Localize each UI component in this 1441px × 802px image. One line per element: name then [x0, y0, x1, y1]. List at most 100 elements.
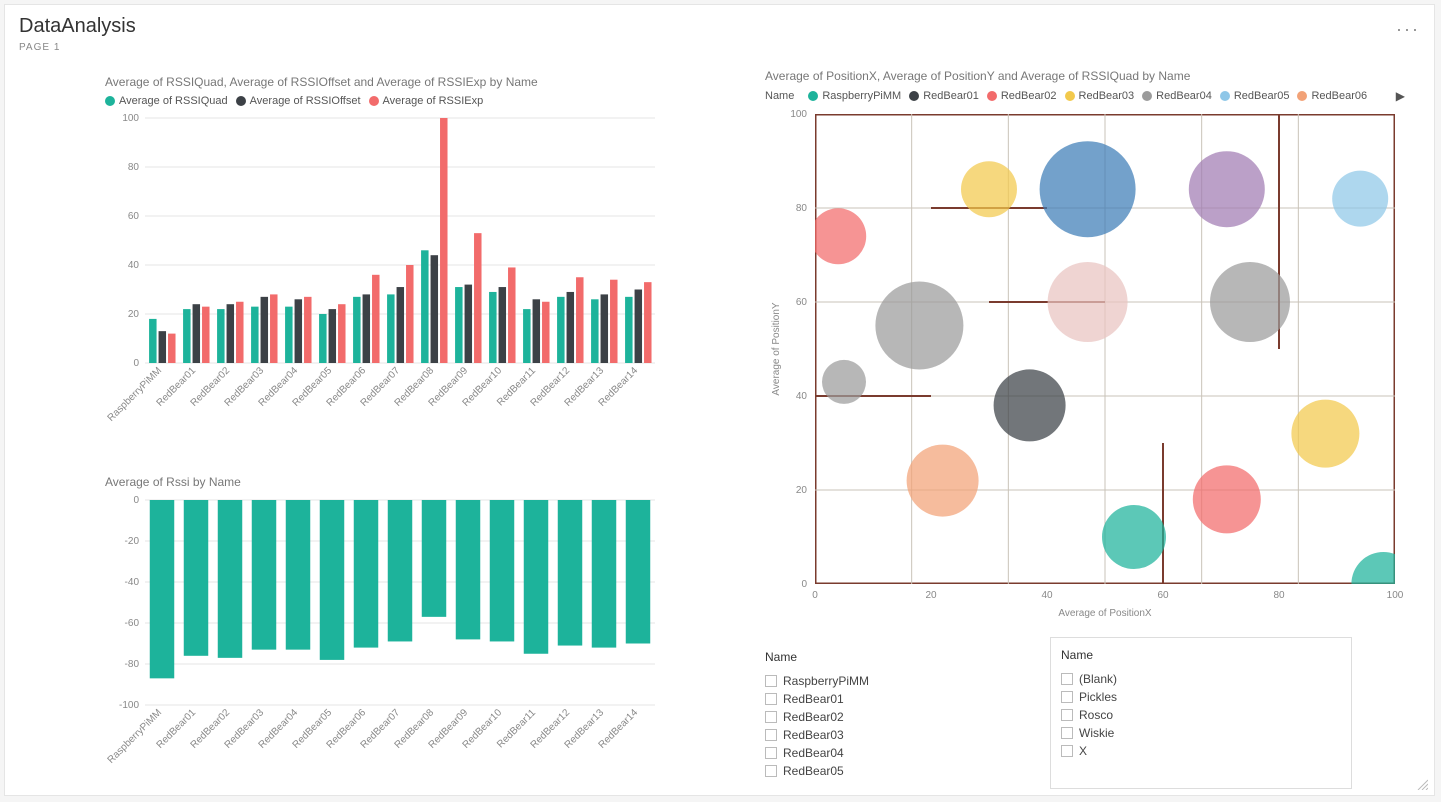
legend-label: RedBear01: [923, 90, 979, 102]
legend-label: RedBear02: [1001, 90, 1057, 102]
svg-text:0: 0: [801, 579, 807, 590]
svg-text:Average of PositionX: Average of PositionX: [1058, 608, 1152, 619]
legend-swatch-icon: [909, 91, 919, 101]
slicer-item[interactable]: Rosco: [1061, 706, 1341, 724]
legend-label: Average of RSSIQuad: [119, 95, 228, 107]
legend-item[interactable]: RedBear01: [909, 90, 979, 102]
checkbox-icon[interactable]: [765, 675, 777, 687]
legend-item[interactable]: Average of RSSIOffset: [236, 95, 361, 107]
checkbox-icon[interactable]: [1061, 727, 1073, 739]
resize-handle-icon[interactable]: [1416, 777, 1428, 789]
checkbox-icon[interactable]: [1061, 691, 1073, 703]
report-canvas: DataAnalysis PAGE 1 ··· Average of RSSIQ…: [4, 4, 1435, 796]
svg-text:-60: -60: [125, 618, 140, 629]
legend-swatch-icon: [1065, 91, 1075, 101]
legend-item[interactable]: RedBear03: [1065, 90, 1135, 102]
slicer-name-pets[interactable]: Name (Blank) Pickles Rosco WiskieX: [1050, 637, 1352, 789]
checkbox-icon[interactable]: [765, 711, 777, 723]
legend-item[interactable]: RedBear04: [1142, 90, 1212, 102]
svg-text:-20: -20: [125, 536, 140, 547]
svg-text:60: 60: [1157, 590, 1169, 601]
slicer-item[interactable]: Pickles: [1061, 688, 1341, 706]
slicer-item[interactable]: RedBear01: [765, 690, 1035, 708]
legend-swatch-icon: [808, 91, 818, 101]
svg-text:80: 80: [796, 203, 808, 214]
slicer-item-label: RaspberryPiMM: [783, 674, 869, 688]
slicer-title: Name: [1061, 648, 1341, 662]
slicer-item-label: Pickles: [1079, 690, 1117, 704]
svg-text:-40: -40: [125, 577, 140, 588]
checkbox-icon[interactable]: [765, 765, 777, 777]
svg-text:Average of PositionY: Average of PositionY: [771, 302, 782, 396]
legend-label: Average of RSSIExp: [383, 95, 484, 107]
slicer-item[interactable]: X: [1061, 742, 1341, 760]
legend-swatch-icon: [369, 96, 379, 106]
legend-item[interactable]: RedBear02: [987, 90, 1057, 102]
slicer-item[interactable]: (Blank): [1061, 670, 1341, 688]
checkbox-icon[interactable]: [765, 729, 777, 741]
legend-label: RaspberryPiMM: [822, 90, 901, 102]
more-menu-button[interactable]: ···: [1396, 19, 1420, 40]
legend-item[interactable]: RedBear06: [1297, 90, 1367, 102]
legend-label: Average of RSSIOffset: [250, 95, 361, 107]
svg-text:20: 20: [796, 485, 808, 496]
svg-text:80: 80: [1273, 590, 1285, 601]
svg-text:100: 100: [122, 113, 139, 124]
legend-title: Name: [765, 90, 794, 102]
svg-text:20: 20: [128, 309, 140, 320]
legend-scroll-right-icon[interactable]: ▶: [1396, 89, 1405, 103]
chart-legend: Name RaspberryPiMM RedBear01 RedBear02 RedBe…: [765, 89, 1405, 103]
svg-text:20: 20: [925, 590, 937, 601]
svg-text:40: 40: [796, 391, 808, 402]
page-label: PAGE 1: [19, 42, 136, 53]
slicer-item-label: RedBear03: [783, 728, 844, 742]
legend-swatch-icon: [236, 96, 246, 106]
slicer-item[interactable]: Wiskie: [1061, 724, 1341, 742]
legend-label: RedBear05: [1234, 90, 1290, 102]
legend-item[interactable]: RaspberryPiMM: [808, 90, 901, 102]
slicer-item[interactable]: RedBear05: [765, 762, 1035, 780]
checkbox-icon[interactable]: [1061, 709, 1073, 721]
slicer-name-devices[interactable]: Name RaspberryPiMM RedBear01 RedBear02 RedB…: [765, 650, 1035, 780]
slicer-title: Name: [765, 650, 1035, 664]
svg-text:60: 60: [796, 297, 808, 308]
slicer-item-label: RedBear02: [783, 710, 844, 724]
chart-plot-area: 020406080100RaspberryPiMMRedBear01RedBea…: [105, 113, 665, 433]
legend-swatch-icon: [1297, 91, 1307, 101]
slicer-item-label: RedBear04: [783, 746, 844, 760]
slicer-item-label: RedBear05: [783, 764, 844, 778]
chart-bubble-map[interactable]: Average of PositionX, Average of Positio…: [765, 69, 1405, 629]
chart-plot-area: 020406080100020406080100Average of Posit…: [765, 109, 1405, 629]
checkbox-icon[interactable]: [765, 693, 777, 705]
checkbox-icon[interactable]: [1061, 745, 1073, 757]
svg-text:0: 0: [133, 495, 139, 506]
svg-text:60: 60: [128, 211, 140, 222]
svg-text:80: 80: [128, 162, 140, 173]
slicer-item-label: (Blank): [1079, 672, 1117, 686]
svg-text:100: 100: [1387, 590, 1404, 601]
slicer-item[interactable]: RedBear04: [765, 744, 1035, 762]
legend-item[interactable]: RedBear05: [1220, 90, 1290, 102]
legend-item[interactable]: Average of RSSIExp: [369, 95, 484, 107]
chart-legend: Average of RSSIQuad Average of RSSIOffset…: [105, 95, 665, 107]
slicer-item-label: Rosco: [1079, 708, 1113, 722]
checkbox-icon[interactable]: [765, 747, 777, 759]
slicer-item[interactable]: RedBear02: [765, 708, 1035, 726]
checkbox-icon[interactable]: [1061, 673, 1073, 685]
svg-text:40: 40: [128, 260, 140, 271]
legend-label: RedBear04: [1156, 90, 1212, 102]
slicer-item[interactable]: RaspberryPiMM: [765, 672, 1035, 690]
slicer-list: (Blank) Pickles Rosco WiskieX: [1061, 670, 1341, 760]
chart-rssi-avg[interactable]: Average of Rssi by Name 0 -20 -40 -60 -80 -10…: [105, 475, 665, 775]
legend-swatch-icon: [1142, 91, 1152, 101]
chart-title: Average of PositionX, Average of Positio…: [765, 69, 1405, 83]
chart-title: Average of Rssi by Name: [105, 475, 665, 489]
chart-title: Average of RSSIQuad, Average of RSSIOffs…: [105, 75, 665, 89]
svg-text:-100: -100: [119, 700, 139, 711]
legend-item[interactable]: Average of RSSIQuad: [105, 95, 228, 107]
svg-text:-80: -80: [125, 659, 140, 670]
chart-rssi-triple[interactable]: Average of RSSIQuad, Average of RSSIOffs…: [105, 75, 665, 445]
legend-swatch-icon: [1220, 91, 1230, 101]
slicer-item[interactable]: RedBear03: [765, 726, 1035, 744]
svg-text:40: 40: [1041, 590, 1053, 601]
